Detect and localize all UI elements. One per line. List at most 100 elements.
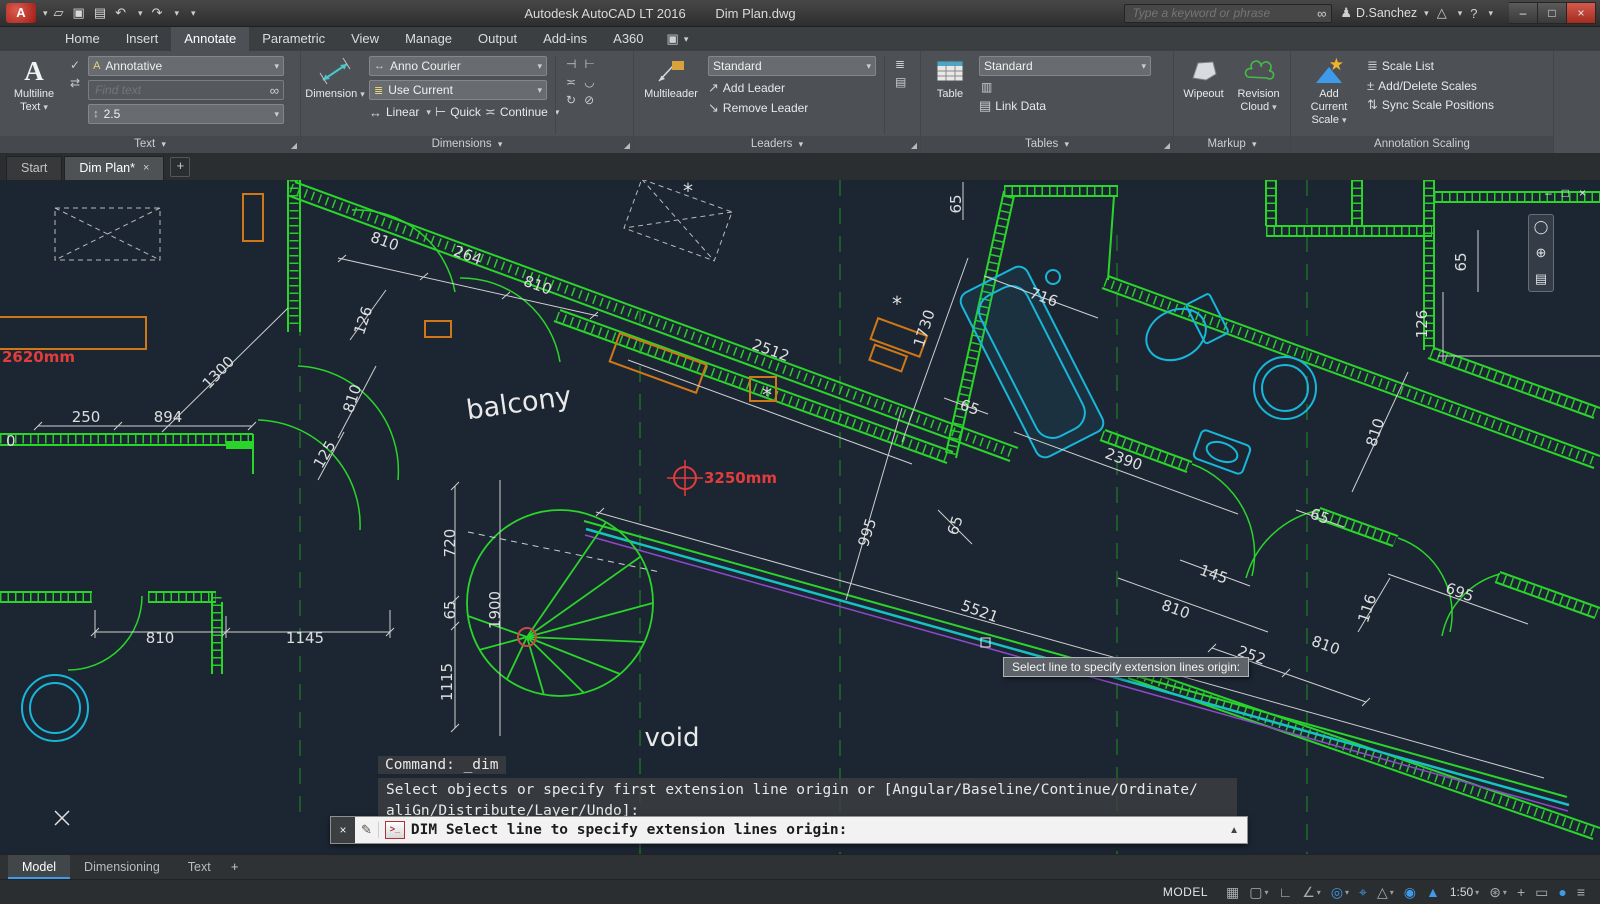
workspace-switching-icon[interactable]: ⊛▾ bbox=[1484, 884, 1512, 901]
ribbon-tab-insert[interactable]: Insert bbox=[113, 27, 172, 51]
dim-style-combo[interactable]: ↔ Anno Courier ▾ bbox=[369, 56, 547, 76]
pan-icon[interactable]: ▤ bbox=[1535, 271, 1547, 287]
recent-commands-icon[interactable]: ▲ bbox=[1221, 825, 1247, 836]
linear-dim-button[interactable]: ↔ Linear ▾ bbox=[369, 105, 431, 120]
continue-dim-button[interactable]: ≍ Continue ▾ bbox=[485, 104, 559, 120]
layout-tab-model[interactable]: Model bbox=[8, 855, 70, 879]
viewport-close-icon[interactable]: × bbox=[1579, 186, 1586, 200]
isodraft-icon[interactable]: △▾ bbox=[1372, 884, 1399, 901]
multileader-button[interactable]: Multileader bbox=[640, 56, 702, 101]
panel-label-markup[interactable]: Markup ▾ bbox=[1174, 136, 1290, 153]
navigation-bar[interactable]: ◯ ⊕ ▤ bbox=[1528, 214, 1554, 292]
link-data-button[interactable]: ▤ Link Data bbox=[979, 98, 1151, 114]
align-leaders-icon[interactable]: ≣ bbox=[893, 57, 908, 71]
ribbon-tab-manage[interactable]: Manage bbox=[392, 27, 465, 51]
dim-jog-line-icon[interactable]: ≍ bbox=[564, 75, 578, 89]
layout-tab-text[interactable]: Text bbox=[174, 855, 225, 879]
ribbon-tab-addins[interactable]: Add-ins bbox=[530, 27, 600, 51]
find-text-box[interactable]: ∞ bbox=[88, 80, 284, 100]
ribbon-tab-annotate[interactable]: Annotate bbox=[171, 27, 249, 51]
viewport-minimize-icon[interactable]: – bbox=[1545, 186, 1552, 200]
panel-label-tables[interactable]: Tables ▾ ◢ bbox=[921, 136, 1173, 153]
object-snap-tracking-icon[interactable]: ⌖ bbox=[1354, 884, 1372, 901]
dialog-launcher-icon[interactable]: ◢ bbox=[911, 137, 917, 154]
revision-cloud-button[interactable]: Revision Cloud▾ bbox=[1233, 56, 1284, 114]
new-layout-button[interactable]: + bbox=[225, 855, 245, 879]
customization-icon[interactable]: ≡ bbox=[1572, 884, 1590, 900]
table-style-combo[interactable]: Standard ▾ bbox=[979, 56, 1151, 76]
command-close-icon[interactable]: × bbox=[331, 817, 355, 843]
navigation-wheel-icon[interactable]: ◯ bbox=[1534, 219, 1549, 235]
multiline-text-button[interactable]: A Multiline Text▾ bbox=[6, 56, 62, 114]
ribbon-tab-a360[interactable]: A360 bbox=[600, 27, 656, 51]
add-leader-button[interactable]: ↗ Add Leader bbox=[708, 80, 876, 96]
restore-button[interactable]: □ bbox=[1538, 2, 1567, 24]
plot-icon[interactable]: ▤ bbox=[94, 5, 106, 21]
redo-caret-icon[interactable]: ▾ bbox=[174, 8, 179, 19]
new-drawing-tab-button[interactable]: + bbox=[170, 157, 190, 177]
panel-label-annotation-scaling[interactable]: Annotation Scaling bbox=[1291, 136, 1553, 153]
performance-indicator[interactable]: ● bbox=[1553, 884, 1571, 900]
close-tab-icon[interactable]: × bbox=[143, 157, 149, 180]
help-caret-icon[interactable]: ▾ bbox=[1488, 8, 1493, 19]
text-height-combo[interactable]: ↕ 2.5 ▾ bbox=[88, 104, 284, 124]
close-button[interactable]: × bbox=[1567, 2, 1596, 24]
binoculars-icon[interactable]: ∞ bbox=[1317, 6, 1326, 21]
find-text-input[interactable] bbox=[93, 82, 270, 98]
sync-scale-positions-button[interactable]: ⇅ Sync Scale Positions bbox=[1367, 97, 1494, 113]
dialog-launcher-icon[interactable]: ◢ bbox=[291, 137, 297, 154]
snap-icon[interactable]: ▢▾ bbox=[1244, 884, 1273, 901]
find-replace-icon[interactable]: ⇄ bbox=[68, 76, 82, 90]
extract-data-icon[interactable]: ▥ bbox=[979, 80, 994, 94]
dimension-break-icon[interactable]: ⊣ bbox=[564, 57, 578, 71]
scale-list-button[interactable]: ≣ Scale List bbox=[1367, 58, 1494, 74]
dim-update-icon[interactable]: ↻ bbox=[564, 93, 578, 107]
redo-icon[interactable]: ↷ bbox=[152, 5, 163, 21]
minimize-button[interactable]: – bbox=[1509, 2, 1538, 24]
annotation-scale-button[interactable]: 1:50▾ bbox=[1445, 885, 1484, 899]
undo-caret-icon[interactable]: ▾ bbox=[138, 8, 143, 19]
mleader-style-combo[interactable]: Standard ▾ bbox=[708, 56, 876, 76]
table-button[interactable]: Table bbox=[927, 56, 973, 101]
dim-layer-combo[interactable]: ≣ Use Current ▾ bbox=[369, 80, 547, 100]
sync-caret-icon[interactable]: ▾ bbox=[1458, 8, 1463, 19]
viewport-restore-icon[interactable]: □ bbox=[1562, 186, 1569, 200]
ortho-icon[interactable]: ∟ bbox=[1274, 884, 1298, 900]
collect-leaders-icon[interactable]: ▤ bbox=[893, 75, 908, 89]
polar-tracking-icon[interactable]: ∠▾ bbox=[1297, 884, 1326, 901]
drawing-canvas[interactable]: 8102648101261300025089481012525121730716… bbox=[0, 180, 1600, 854]
annotation-visibility-icon[interactable]: ◉ bbox=[1399, 884, 1421, 901]
arc-length-icon[interactable]: ◡ bbox=[582, 75, 596, 89]
app-menu-caret-icon[interactable]: ▾ bbox=[43, 8, 48, 19]
ribbon-tab-parametric[interactable]: Parametric bbox=[249, 27, 338, 51]
a360-sync-icon[interactable]: △ bbox=[1437, 5, 1447, 21]
autocad-logo[interactable]: A bbox=[6, 3, 36, 23]
dim-inspect-icon[interactable]: ⊘ bbox=[582, 93, 596, 107]
dialog-launcher-icon[interactable]: ◢ bbox=[624, 137, 630, 154]
panel-label-leaders[interactable]: Leaders ▾ ◢ bbox=[634, 136, 920, 153]
layout-tab-dimensioning[interactable]: Dimensioning bbox=[70, 855, 174, 879]
dimension-button[interactable]: Dimension▾ bbox=[307, 56, 363, 101]
model-space-button[interactable]: MODEL bbox=[1153, 885, 1218, 899]
command-customize-icon[interactable]: ✎ bbox=[355, 822, 379, 838]
panel-label-dimensions[interactable]: Dimensions ▾ ◢ bbox=[301, 136, 633, 153]
check-spelling-icon[interactable]: ✓ bbox=[68, 58, 82, 72]
undo-icon[interactable]: ↶ bbox=[115, 5, 126, 21]
annotation-monitor-icon[interactable]: + bbox=[1512, 884, 1530, 900]
command-input[interactable]: DIM Select line to specify extension lin… bbox=[411, 822, 1221, 838]
add-delete-scales-button[interactable]: ± Add/Delete Scales bbox=[1367, 78, 1494, 93]
wipeout-button[interactable]: Wipeout bbox=[1180, 56, 1227, 101]
osnap-icon[interactable]: ◎▾ bbox=[1326, 884, 1354, 901]
dialog-launcher-icon[interactable]: ◢ bbox=[1164, 137, 1170, 154]
ribbon-tab-view[interactable]: View bbox=[338, 27, 392, 51]
file-tab-dim-plan[interactable]: Dim Plan* × bbox=[64, 156, 164, 180]
save-icon[interactable]: ▣ bbox=[73, 5, 85, 21]
help-search-box[interactable]: ∞ bbox=[1124, 4, 1332, 23]
open-icon[interactable]: ▱ bbox=[54, 5, 64, 21]
ribbon-tab-home[interactable]: Home bbox=[52, 27, 113, 51]
quick-dim-button[interactable]: ⊢ Quick bbox=[435, 104, 481, 120]
graphics-performance-icon[interactable]: ▭ bbox=[1530, 884, 1553, 901]
command-bar[interactable]: × ✎ >_ DIM Select line to specify extens… bbox=[330, 816, 1248, 844]
zoom-icon[interactable]: ⊕ bbox=[1536, 245, 1547, 261]
text-style-combo[interactable]: A Annotative ▾ bbox=[88, 56, 284, 76]
